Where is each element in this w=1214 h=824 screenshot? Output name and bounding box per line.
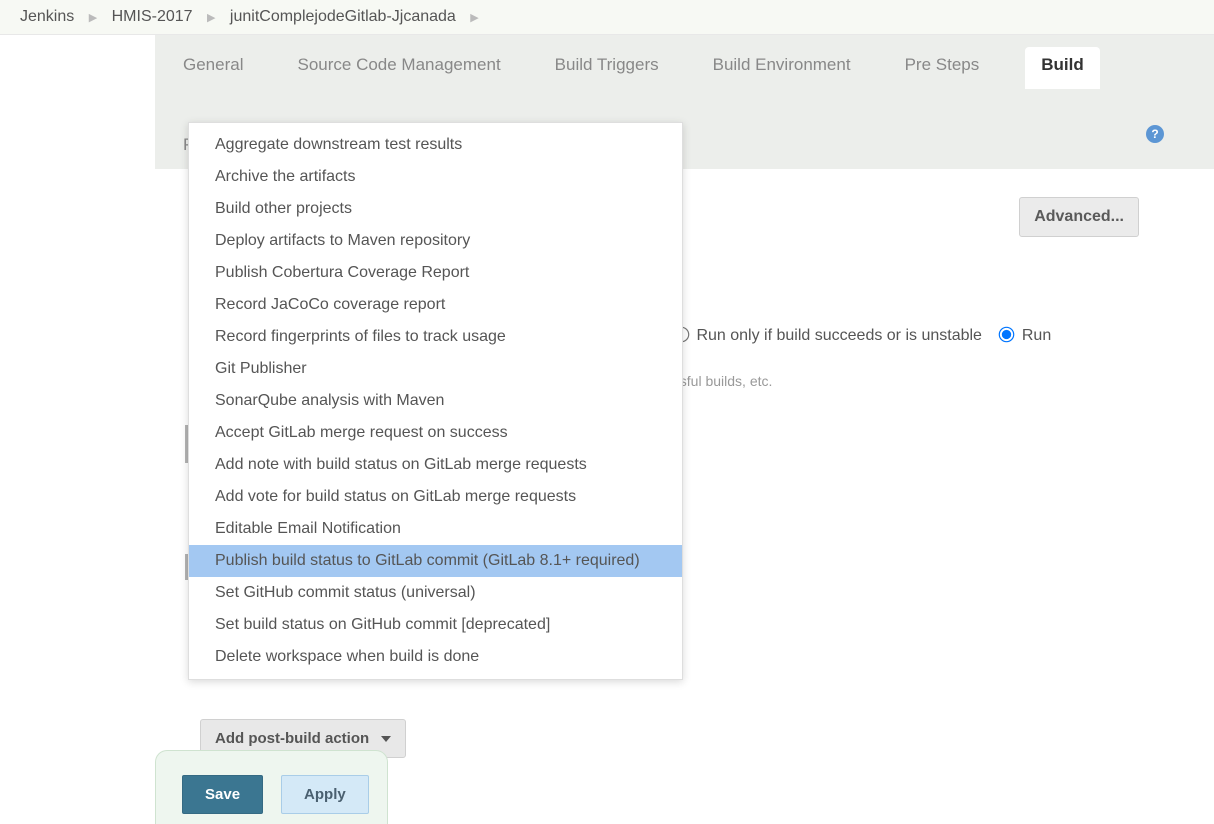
radio-run[interactable]: Run: [1000, 327, 1051, 344]
add-post-build-label: Add post-build action: [215, 730, 369, 747]
dropdown-item[interactable]: Set GitHub commit status (universal): [189, 577, 682, 609]
breadcrumb: Jenkins ▶ HMIS-2017 ▶ junitComplejodeGit…: [0, 0, 1214, 35]
breadcrumb-parent[interactable]: HMIS-2017: [112, 8, 193, 25]
save-button[interactable]: Save: [182, 775, 263, 814]
dropdown-item[interactable]: Build other projects: [189, 193, 682, 225]
dropdown-item[interactable]: SonarQube analysis with Maven: [189, 385, 682, 417]
chevron-right-icon: ▶: [470, 12, 478, 24]
run-condition-row: Run only if build succeeds or is unstabl…: [675, 327, 1194, 345]
radio-unstable-label: Run only if build succeeds or is unstabl…: [696, 327, 982, 344]
dropdown-item[interactable]: Deploy artifacts to Maven repository: [189, 225, 682, 257]
tab-scm[interactable]: Source Code Management: [289, 47, 508, 89]
hint-text: essful builds, etc.: [665, 373, 1194, 389]
dropdown-item[interactable]: Publish build status to GitLab commit (G…: [189, 545, 682, 577]
dropdown-item[interactable]: Delete workspace when build is done: [189, 641, 682, 673]
dropdown-item[interactable]: Record JaCoCo coverage report: [189, 289, 682, 321]
help-icon[interactable]: ?: [1146, 125, 1164, 143]
advanced-button[interactable]: Advanced...: [1019, 197, 1139, 237]
save-bar: Save Apply: [155, 750, 388, 824]
dropdown-item[interactable]: Add note with build status on GitLab mer…: [189, 449, 682, 481]
caret-down-icon: [381, 736, 391, 742]
tab-build[interactable]: Build: [1025, 47, 1100, 89]
radio-unstable[interactable]: Run only if build succeeds or is unstabl…: [675, 327, 982, 344]
radio-run-label: Run: [1022, 327, 1051, 344]
tab-triggers[interactable]: Build Triggers: [547, 47, 667, 89]
chevron-right-icon: ▶: [207, 12, 215, 24]
dropdown-item[interactable]: Accept GitLab merge request on success: [189, 417, 682, 449]
dropdown-item[interactable]: Aggregate downstream test results: [189, 129, 682, 161]
dropdown-item[interactable]: Record fingerprints of files to track us…: [189, 321, 682, 353]
dropdown-item[interactable]: Publish Cobertura Coverage Report: [189, 257, 682, 289]
tab-presteps[interactable]: Pre Steps: [897, 47, 988, 89]
dropdown-item[interactable]: Editable Email Notification: [189, 513, 682, 545]
apply-button[interactable]: Apply: [281, 775, 369, 814]
dropdown-item[interactable]: Add vote for build status on GitLab merg…: [189, 481, 682, 513]
breadcrumb-job[interactable]: junitComplejodeGitlab-Jjcanada: [230, 8, 456, 25]
breadcrumb-root[interactable]: Jenkins: [20, 8, 74, 25]
tab-general[interactable]: General: [175, 47, 251, 89]
post-build-action-dropdown: Aggregate downstream test resultsArchive…: [188, 122, 683, 680]
chevron-right-icon: ▶: [89, 12, 97, 24]
dropdown-item[interactable]: Archive the artifacts: [189, 161, 682, 193]
dropdown-item[interactable]: Set build status on GitHub commit [depre…: [189, 609, 682, 641]
dropdown-item[interactable]: Git Publisher: [189, 353, 682, 385]
tab-env[interactable]: Build Environment: [705, 47, 859, 89]
